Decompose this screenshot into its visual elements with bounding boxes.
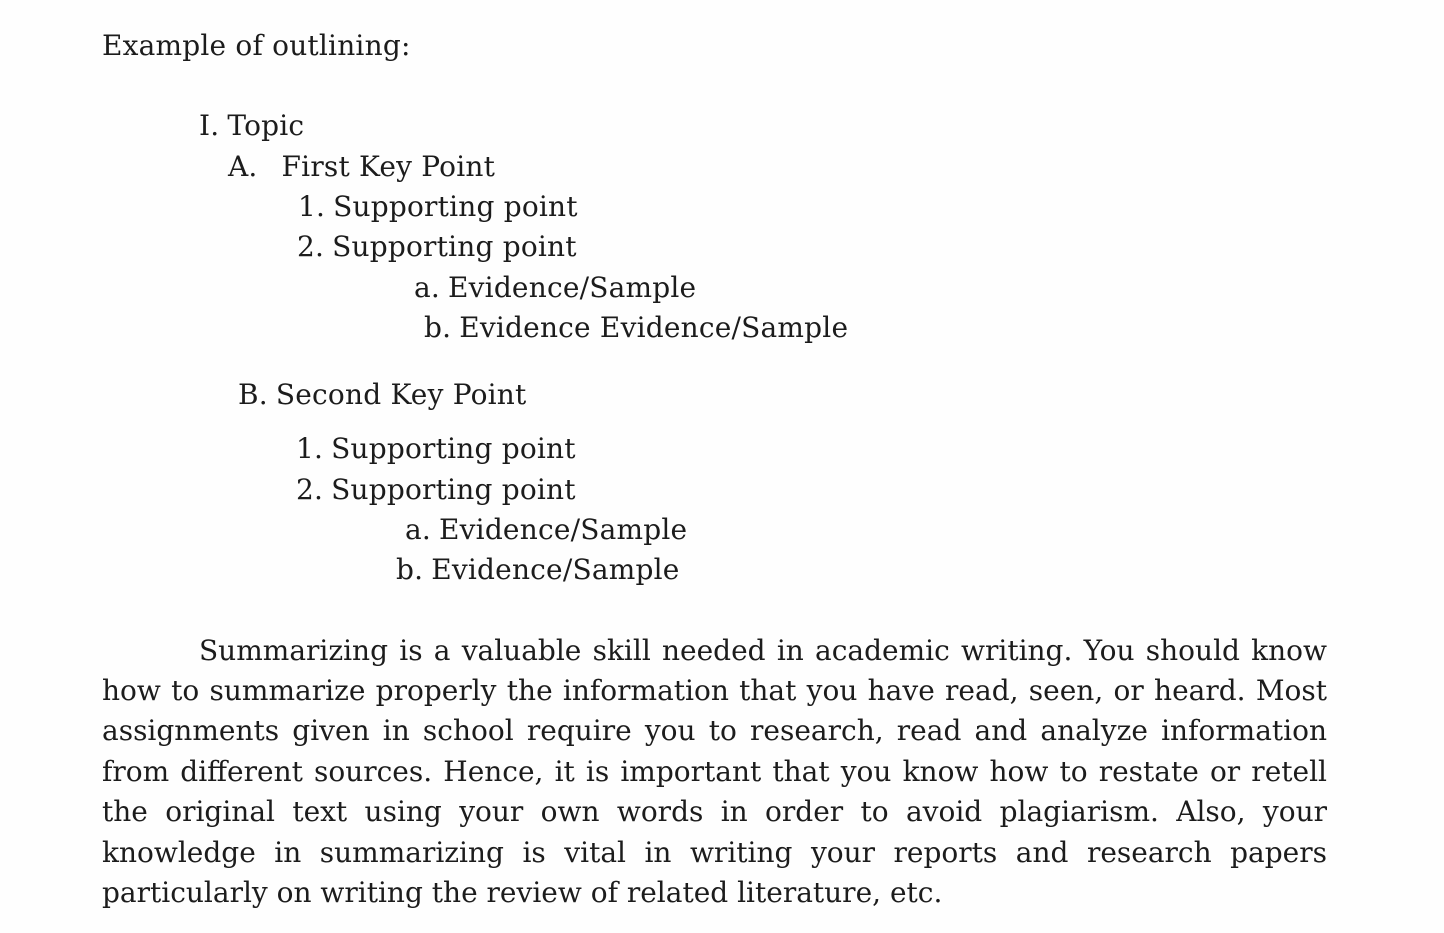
paragraph-line: assignments given in school require you …	[102, 714, 1327, 747]
outline-supporting-point-text: Supporting point	[331, 473, 576, 506]
outline-marker: b.	[396, 553, 424, 586]
outline-topic: I. Topic	[199, 108, 304, 144]
outline-evidence: b. Evidence Evidence/Sample	[424, 310, 848, 346]
outline-marker: a.	[414, 271, 440, 304]
outline-key-point-text: Second Key Point	[275, 378, 527, 411]
outline-key-point-text: First Key Point	[281, 150, 496, 183]
paragraph-line: knowledge in summarizing is vital in wri…	[102, 836, 1327, 869]
outline-marker: I.	[199, 109, 220, 142]
outline-evidence: a. Evidence/Sample	[414, 270, 696, 306]
outline-supporting-point-text: Supporting point	[333, 190, 578, 223]
paragraph-line: how to summarize properly the informatio…	[102, 674, 1327, 707]
outline-heading: Example of outlining:	[102, 29, 411, 62]
outline-marker: A.	[228, 150, 258, 183]
paragraph-line: particularly on writing the review of re…	[102, 876, 943, 909]
outline-marker: 2.	[296, 473, 324, 506]
document-page: Example of outlining: I. Topic A. First Ke…	[0, 0, 1444, 933]
outline-supporting-point-text: Supporting point	[332, 230, 577, 263]
outline-supporting-point: 1. Supporting point	[298, 189, 578, 225]
outline-marker: B.	[238, 378, 268, 411]
outline-evidence: b. Evidence/Sample	[396, 552, 680, 588]
outline-topic-text: Topic	[227, 109, 305, 142]
outline-supporting-point: 2. Supporting point	[297, 229, 577, 265]
outline-key-point: B. Second Key Point	[238, 377, 527, 413]
outline-evidence-text: Evidence/Sample	[431, 553, 680, 586]
paragraph-line: from different sources. Hence, it is imp…	[102, 755, 1327, 788]
outline-key-point: A. First Key Point	[228, 149, 495, 185]
outline-marker: 2.	[297, 230, 325, 263]
paragraph-line: Summarizing is a valuable skill needed i…	[199, 634, 1327, 667]
outline-evidence: a. Evidence/Sample	[405, 512, 687, 548]
outline-supporting-point: 2. Supporting point	[296, 472, 576, 508]
outline-marker: b.	[424, 311, 452, 344]
outline-marker: a.	[405, 513, 431, 546]
outline-evidence-text: Evidence/Sample	[439, 513, 688, 546]
outline-evidence-text: Evidence/Sample	[448, 271, 697, 304]
outline-supporting-point: 1. Supporting point	[296, 431, 576, 467]
outline-evidence-text: Evidence Evidence/Sample	[459, 311, 849, 344]
outline-supporting-point-text: Supporting point	[331, 432, 576, 465]
paragraph-line: the original text using your own words i…	[102, 795, 1327, 828]
outline-marker: 1.	[296, 432, 324, 465]
outline-marker: 1.	[298, 190, 326, 223]
